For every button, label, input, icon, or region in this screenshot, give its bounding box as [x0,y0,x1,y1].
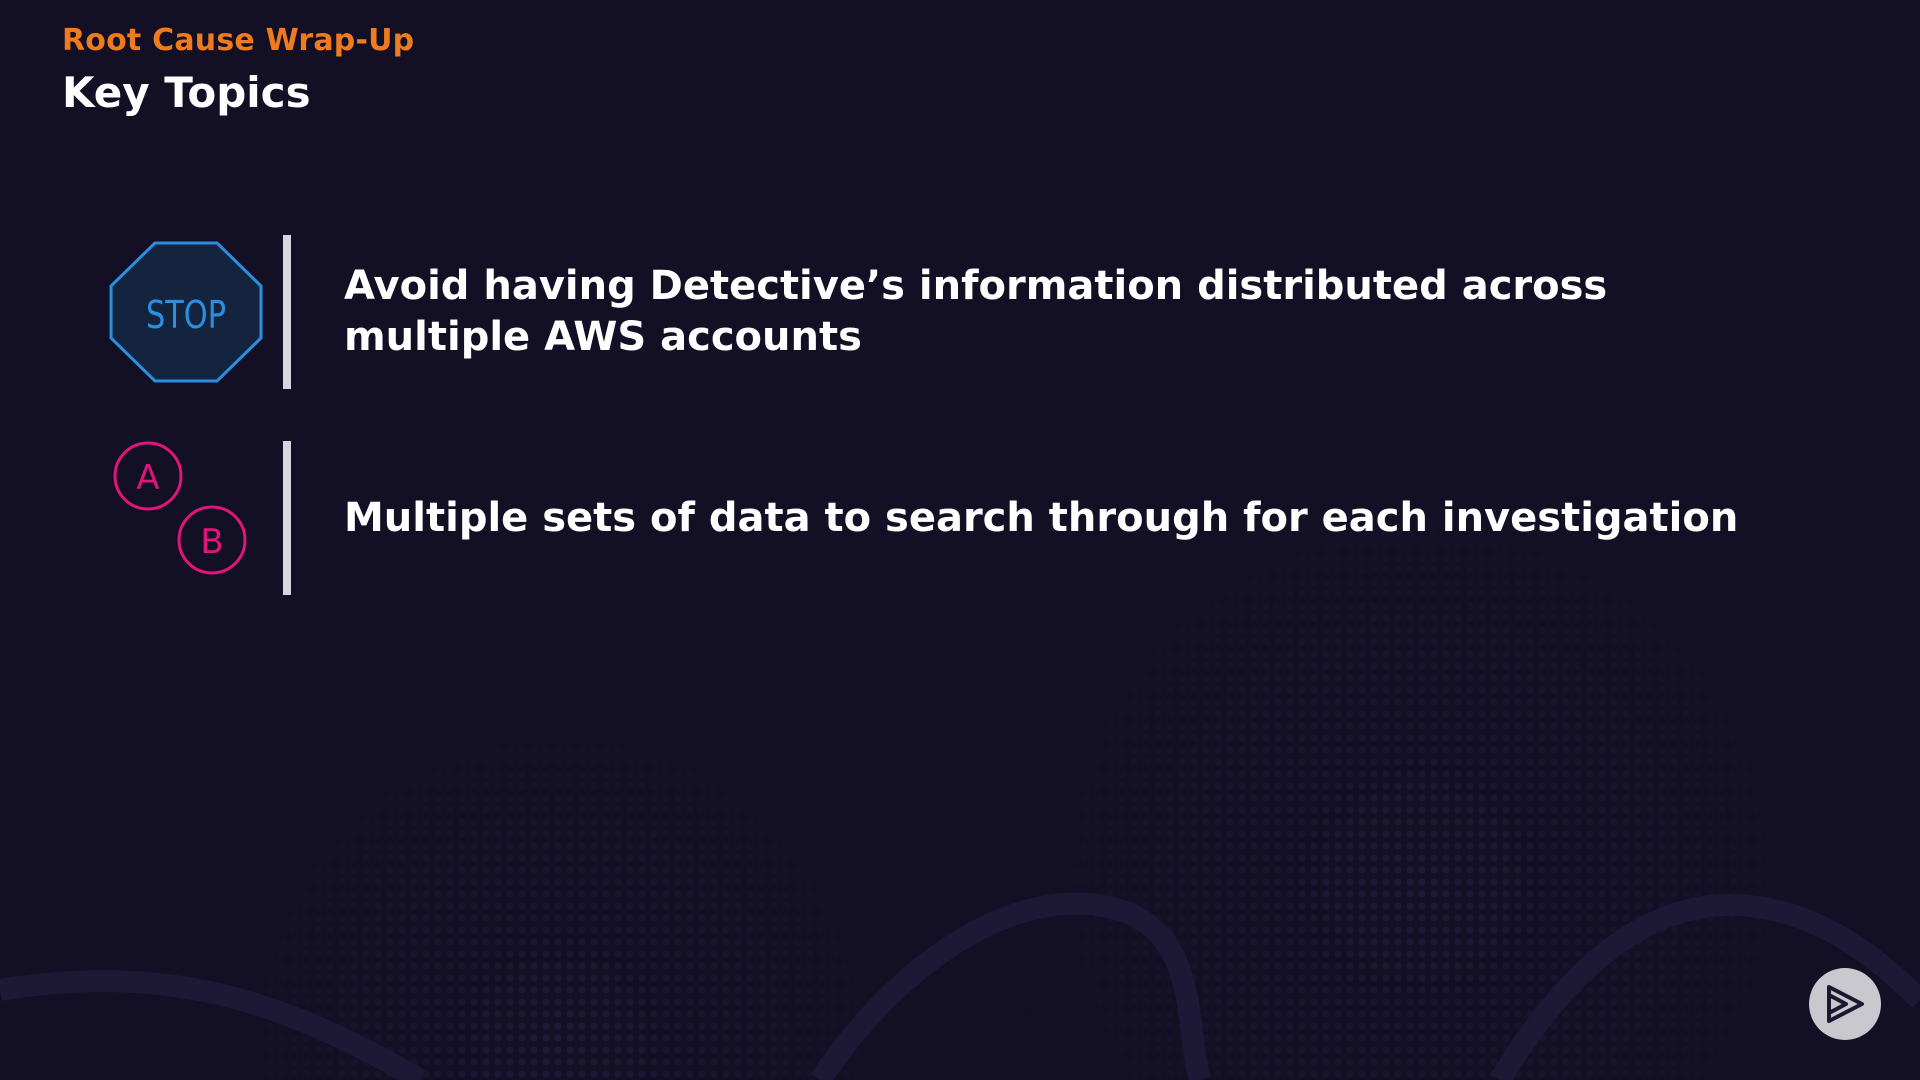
a-b-circles-icon: A B [108,441,264,595]
logo-button[interactable] [1809,968,1881,1040]
topic-text: Multiple sets of data to search through … [344,494,1739,541]
stop-sign-icon: STOP [108,235,264,389]
topic-text: Avoid having Detective’s information dis… [344,263,1608,360]
circle-a-label: A [136,458,159,498]
slide-header: Root Cause Wrap-Up Key Topics [62,22,414,118]
circle-b-label: B [200,522,223,562]
divider [283,441,291,595]
play-logo-icon [1827,985,1864,1023]
stop-sign-label: STOP [146,293,226,337]
slide-title: Key Topics [62,68,311,117]
divider [283,235,291,389]
topic-item: A B Multiple sets of data to search thro… [0,441,1920,595]
topic-item: STOP Avoid having Detective’s informatio… [0,235,1920,389]
section-title: Root Cause Wrap-Up [62,23,415,58]
